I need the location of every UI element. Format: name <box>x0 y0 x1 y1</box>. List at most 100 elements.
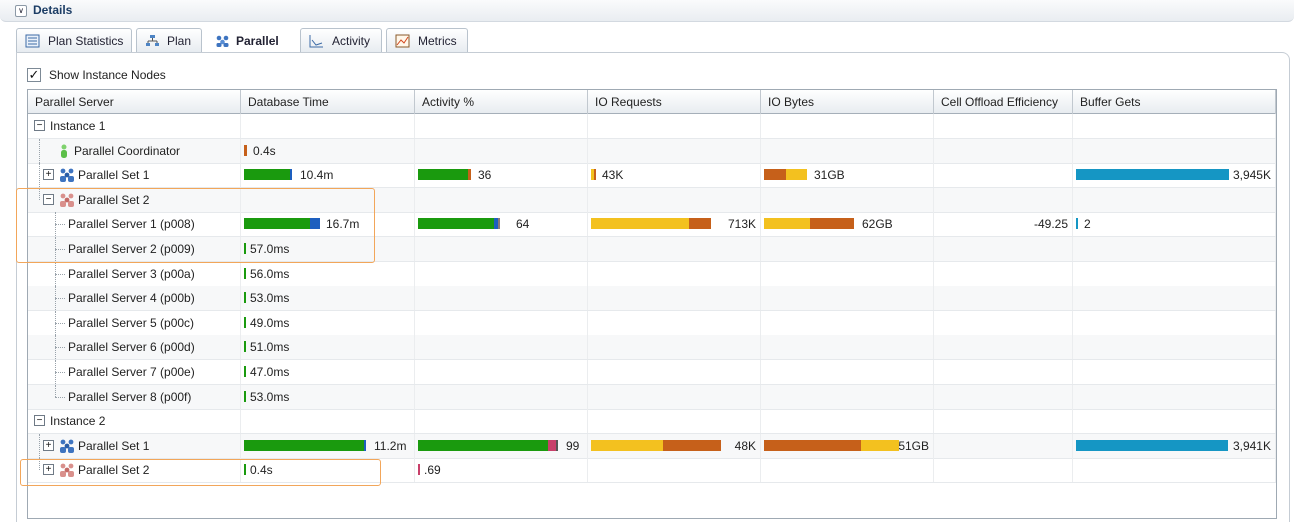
bar-segment <box>468 169 471 181</box>
col-cell-offload-efficiency-header[interactable]: Cell Offload Efficiency <box>934 90 1073 114</box>
row-name[interactable]: Parallel Server 7 (p00e) <box>68 365 195 379</box>
col-cell-offload-efficiency-cell <box>934 360 1073 384</box>
col-parallel-server-header[interactable]: Parallel Server <box>28 90 241 114</box>
row-name[interactable]: Parallel Coordinator <box>74 144 180 158</box>
activity-pct-value: 36 <box>478 168 492 183</box>
chevron-down-icon[interactable]: ∨ <box>15 5 27 17</box>
col-activity-pct-header[interactable]: Activity % <box>415 90 588 114</box>
database-time-bar <box>244 390 246 402</box>
bar-segment <box>418 439 548 451</box>
tab-plan[interactable]: Plan <box>136 28 202 53</box>
table-row[interactable]: Parallel Server 6 (p00d) 51.0ms <box>28 335 1276 361</box>
tab-parallel[interactable]: Parallel <box>206 28 296 53</box>
row-name[interactable]: Instance 1 <box>50 119 105 133</box>
database-time-value: 53.0ms <box>250 291 290 306</box>
highlight-box <box>16 188 375 263</box>
col-io-requests-cell <box>588 310 761 335</box>
tree-connector <box>39 138 40 163</box>
expand-toggle-icon[interactable]: + <box>43 439 54 451</box>
bar-segment <box>244 366 246 377</box>
tab-metrics[interactable]: Metrics <box>386 28 468 53</box>
cell-offload-efficiency-value: -49.25 <box>1033 217 1068 232</box>
col-io-bytes-cell <box>761 286 934 311</box>
tab-label: Plan Statistics <box>48 34 124 48</box>
tree-connector <box>55 396 65 398</box>
col-io-bytes-header[interactable]: IO Bytes <box>761 90 934 114</box>
col-cell-offload-efficiency-cell <box>934 138 1073 163</box>
parallel-grid: Parallel Server Database Time Activity % IO… <box>27 89 1277 519</box>
tree-connector <box>39 163 40 188</box>
activity-pct-bar <box>418 464 420 476</box>
tab-label: Parallel <box>236 34 279 48</box>
bar-segment <box>498 218 500 230</box>
col-activity-pct-cell <box>415 310 588 335</box>
col-io-requests-cell <box>588 360 761 384</box>
table-row[interactable]: − Instance 2 <box>28 409 1276 435</box>
col-io-bytes-cell <box>761 310 934 335</box>
io-requests-bar <box>591 169 596 181</box>
details-header[interactable]: ∨ Details <box>0 0 1294 22</box>
bar-segment <box>244 144 247 156</box>
bar-segment <box>364 439 366 451</box>
row-name[interactable]: Parallel Server 5 (p00c) <box>68 316 194 330</box>
database-time-bar <box>244 267 246 279</box>
collapse-toggle-icon[interactable]: − <box>34 120 45 131</box>
row-name[interactable]: Parallel Server 3 (p00a) <box>68 267 195 281</box>
col-database-time-header[interactable]: Database Time <box>241 90 415 114</box>
row-name[interactable]: Parallel Set 1 <box>78 439 149 453</box>
col-io-requests-header[interactable]: IO Requests <box>588 90 761 114</box>
bar-segment <box>244 390 246 402</box>
col-activity-pct-cell <box>415 261 588 286</box>
io-requests-value: 43K <box>602 168 624 183</box>
tab-activity[interactable]: Activity <box>300 28 382 53</box>
buffer-gets-bar <box>1076 218 1078 230</box>
expand-toggle-icon[interactable]: + <box>43 169 54 181</box>
table-row[interactable]: Parallel Coordinator 0.4s <box>28 138 1276 164</box>
col-cell-offload-efficiency-cell <box>934 433 1073 458</box>
col-activity-pct-cell <box>415 187 588 212</box>
database-time-value: 51.0ms <box>250 340 290 355</box>
database-time-value: 10.4m <box>300 168 334 183</box>
database-time-value: 53.0ms <box>250 389 290 404</box>
tab-plan-statistics[interactable]: Plan Statistics <box>16 28 132 53</box>
tree-connector <box>55 322 65 324</box>
details-title: Details <box>33 3 73 17</box>
collapse-toggle-icon[interactable]: − <box>34 415 45 427</box>
activity-pct-value: .69 <box>424 463 441 478</box>
row-name[interactable]: Parallel Server 8 (p00f) <box>68 390 191 404</box>
col-buffer-gets-cell <box>1073 114 1276 138</box>
col-buffer-gets-header[interactable]: Buffer Gets <box>1073 90 1276 114</box>
table-row[interactable]: Parallel Server 5 (p00c) 49.0ms <box>28 310 1276 336</box>
parallel-set-icon <box>60 439 74 453</box>
col-buffer-gets-cell <box>1073 310 1276 335</box>
row-name[interactable]: Parallel Server 4 (p00b) <box>68 291 195 305</box>
table-row[interactable]: Parallel Server 8 (p00f) 53.0ms <box>28 384 1276 410</box>
bar-segment <box>244 292 246 304</box>
database-time-bar <box>244 292 246 304</box>
col-io-requests-cell <box>588 409 761 434</box>
table-row[interactable]: + Parallel Set 1 10.4m 36 43K 31GB 3,945K <box>28 163 1276 189</box>
table-row[interactable]: Parallel Server 3 (p00a) 56.0ms <box>28 261 1276 287</box>
col-io-requests-cell <box>588 237 761 261</box>
grid-header: Parallel Server Database Time Activity % IO… <box>28 90 1276 114</box>
col-io-requests-cell <box>588 114 761 138</box>
buffer-gets-bar <box>1076 439 1228 451</box>
row-name[interactable]: Parallel Set 1 <box>78 168 149 182</box>
col-io-requests-cell <box>588 384 761 409</box>
table-row[interactable]: Parallel Server 4 (p00b) 53.0ms <box>28 286 1276 312</box>
activity-pct-bar <box>418 169 471 181</box>
col-cell-offload-efficiency-cell <box>934 335 1073 360</box>
io-bytes-bar <box>764 218 854 230</box>
table-row[interactable]: Parallel Server 7 (p00e) 47.0ms <box>28 360 1276 385</box>
database-time-value: 49.0ms <box>250 315 290 330</box>
col-io-bytes-cell <box>761 261 934 286</box>
bar-segment <box>1076 218 1078 230</box>
table-row[interactable]: − Instance 1 <box>28 114 1276 139</box>
table-row[interactable]: + Parallel Set 1 11.2m 99 48K 51GB 3,941K <box>28 433 1276 459</box>
row-name[interactable]: Parallel Server 6 (p00d) <box>68 340 195 354</box>
show-instance-nodes-checkbox[interactable]: ✓ <box>27 68 41 82</box>
metrics-chart-icon <box>395 34 410 48</box>
col-io-requests-cell <box>588 335 761 360</box>
coordinator-icon <box>61 144 67 158</box>
row-name[interactable]: Instance 2 <box>50 414 105 428</box>
